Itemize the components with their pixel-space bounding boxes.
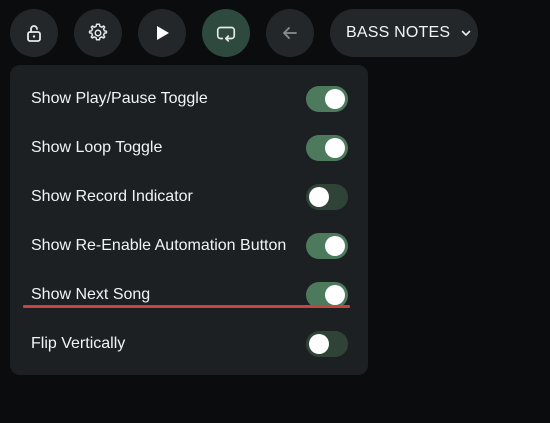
settings-button[interactable] bbox=[74, 9, 122, 57]
chevron-down-icon bbox=[460, 27, 472, 39]
setting-row-play-pause: Show Play/Pause Toggle bbox=[10, 74, 368, 123]
play-pause-toggle[interactable] bbox=[306, 85, 348, 112]
re-enable-automation-toggle[interactable] bbox=[306, 232, 348, 259]
next-song-toggle[interactable] bbox=[306, 281, 348, 308]
toggle-knob bbox=[325, 235, 345, 256]
play-icon bbox=[152, 23, 172, 43]
app-window: BASS NOTES Show Play/Pause Toggle Show L… bbox=[0, 0, 550, 423]
back-button[interactable] bbox=[266, 9, 314, 57]
gear-icon bbox=[87, 22, 109, 44]
play-button[interactable] bbox=[138, 9, 186, 57]
view-mode-dropdown[interactable]: BASS NOTES bbox=[330, 9, 478, 57]
toggle-knob bbox=[325, 284, 345, 305]
loop-icon bbox=[215, 22, 237, 44]
unlock-icon bbox=[24, 23, 44, 43]
toggle-knob bbox=[309, 333, 329, 354]
setting-label: Show Re-Enable Automation Button bbox=[31, 236, 287, 254]
setting-label: Flip Vertically bbox=[31, 334, 126, 352]
toggle-knob bbox=[325, 137, 345, 158]
setting-row-loop: Show Loop Toggle bbox=[10, 123, 368, 172]
flip-vertically-toggle[interactable] bbox=[306, 330, 348, 357]
record-indicator-toggle[interactable] bbox=[306, 183, 348, 210]
toggle-knob bbox=[309, 186, 329, 207]
setting-label: Show Loop Toggle bbox=[31, 138, 163, 156]
setting-row-next-song: Show Next Song bbox=[10, 270, 368, 319]
arrow-left-icon bbox=[280, 23, 300, 43]
toggle-knob bbox=[325, 88, 345, 109]
setting-label: Show Record Indicator bbox=[31, 187, 193, 205]
setting-label: Show Play/Pause Toggle bbox=[31, 89, 208, 107]
toolbar: BASS NOTES bbox=[10, 9, 478, 57]
setting-row-re-enable-automation: Show Re-Enable Automation Button bbox=[10, 221, 368, 270]
highlight-underline bbox=[23, 305, 350, 308]
settings-panel: Show Play/Pause Toggle Show Loop Toggle … bbox=[10, 65, 368, 375]
setting-row-flip-vertically: Flip Vertically bbox=[10, 319, 368, 368]
dropdown-label: BASS NOTES bbox=[346, 24, 451, 41]
setting-label: Show Next Song bbox=[31, 285, 151, 303]
loop-toggle[interactable] bbox=[306, 134, 348, 161]
loop-button[interactable] bbox=[202, 9, 250, 57]
setting-row-record-indicator: Show Record Indicator bbox=[10, 172, 368, 221]
lock-button[interactable] bbox=[10, 9, 58, 57]
